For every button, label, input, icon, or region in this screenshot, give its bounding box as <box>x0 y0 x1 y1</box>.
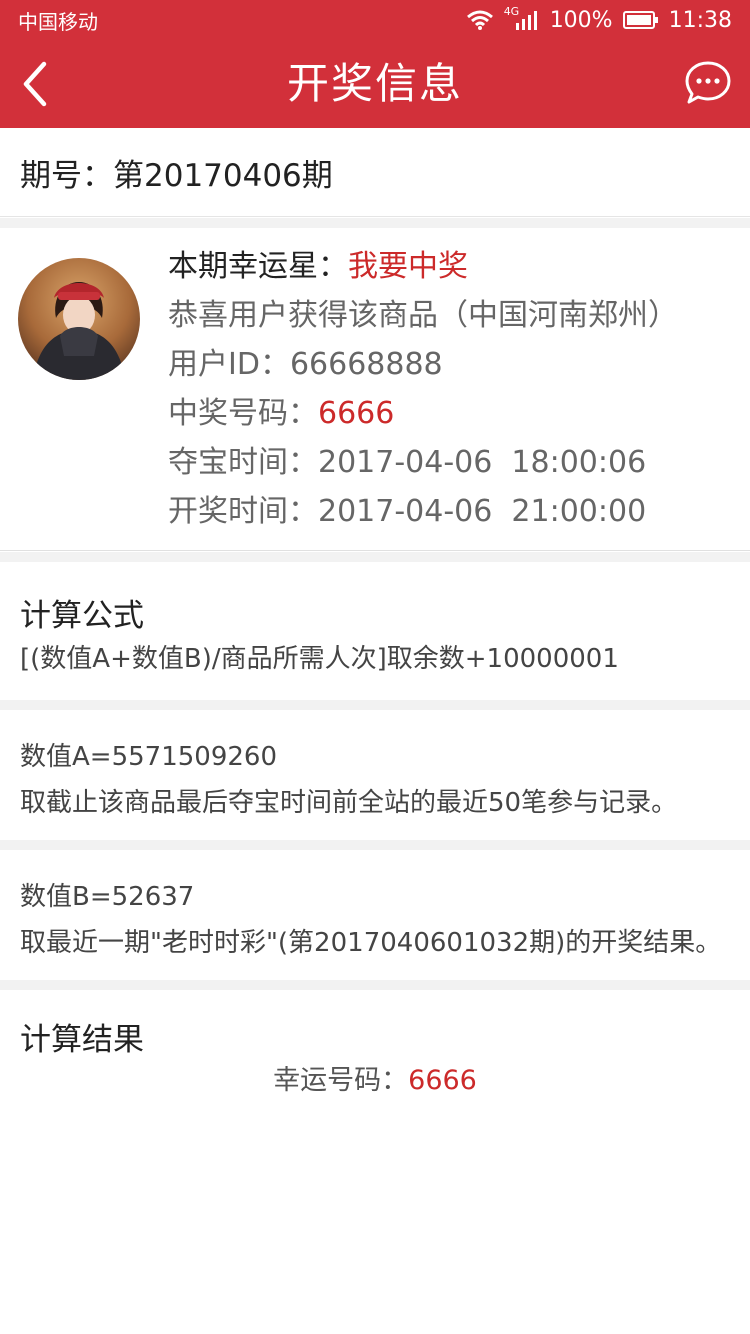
wifi-icon <box>466 10 493 30</box>
divider-gap <box>0 700 750 710</box>
draw-time-line: 开奖时间：2017-04-06 21:00:00 <box>168 487 678 536</box>
value-a-desc: 取截止该商品最后夺宝时间前全站的最近50笔参与记录。 <box>20 788 678 818</box>
value-b-title: 数值B=52637 <box>20 882 195 912</box>
bid-time-label: 夺宝时间： <box>168 445 318 480</box>
lucky-number-line: 幸运号码：6666 <box>0 1058 750 1097</box>
signal-icon: 4G <box>504 5 540 31</box>
user-id-value: 66668888 <box>289 347 443 382</box>
draw-time-value: 2017-04-06 21:00:00 <box>318 494 647 529</box>
value-b-section: 数值B=52637 取最近一期"老时时彩"(第2017040601032期)的开… <box>0 850 750 980</box>
lucky-number-value: 6666 <box>408 1065 477 1096</box>
avatar[interactable] <box>18 258 140 380</box>
divider-gap <box>0 552 750 562</box>
battery-icon <box>622 11 658 29</box>
lucky-star-label: 本期幸运星： <box>168 249 348 284</box>
bid-time-value: 2017-04-06 18:00:06 <box>318 445 647 480</box>
clock: 11:38 <box>668 7 732 33</box>
page-title: 开奖信息 <box>286 59 463 108</box>
value-a-section: 数值A=5571509260 取截止该商品最后夺宝时间前全站的最近50笔参与记录… <box>0 710 750 840</box>
winning-number-value: 6666 <box>318 396 395 431</box>
winner-card: 本期幸运星：我要中奖 恭喜用户获得该商品（中国河南郑州） 用户ID：666688… <box>0 228 750 551</box>
chat-bubble-icon[interactable] <box>684 60 732 106</box>
draw-time-label: 开奖时间： <box>168 494 318 529</box>
user-id-label: 用户ID： <box>168 347 290 382</box>
bid-time-line: 夺宝时间：2017-04-06 18:00:06 <box>168 438 678 487</box>
value-b-desc: 取最近一期"老时时彩"(第2017040601032期)的开奖结果。 <box>20 928 722 958</box>
status-indicators: 4G 100% 11:38 <box>466 5 732 33</box>
period-value: 第20170406期 <box>113 157 333 194</box>
winning-number-label: 中奖号码： <box>168 396 318 431</box>
carrier-label: 中国移动 <box>18 9 98 34</box>
formula-section: 计算公式 [(数值A+数值B)/商品所需人次]取余数+10000001 <box>0 562 750 700</box>
lucky-star-line: 本期幸运星：我要中奖 <box>168 242 678 291</box>
congrats-line: 恭喜用户获得该商品（中国河南郑州） <box>168 298 678 333</box>
period-row: 期号： 第20170406期 <box>0 128 750 217</box>
status-bar: 中国移动 4G 100% 11:38 <box>0 0 750 40</box>
divider-gap <box>0 840 750 850</box>
user-id-line: 用户ID：66668888 <box>168 340 678 389</box>
formula-text: [(数值A+数值B)/商品所需人次]取余数+10000001 <box>20 644 619 674</box>
result-title: 计算结果 <box>20 1022 144 1058</box>
divider-gap <box>0 980 750 990</box>
lucky-star-name[interactable]: 我要中奖 <box>348 249 468 284</box>
battery-percent: 100% <box>549 7 613 33</box>
winning-number-line: 中奖号码：6666 <box>168 389 678 438</box>
value-a-title: 数值A=5571509260 <box>20 742 277 772</box>
result-section: 计算结果 <box>0 990 750 1334</box>
nav-bar: 开奖信息 <box>0 40 750 128</box>
formula-title: 计算公式 <box>20 598 144 634</box>
avatar-image <box>18 258 140 380</box>
lucky-number-label: 幸运号码： <box>273 1065 409 1096</box>
divider-gap <box>0 218 750 228</box>
period-label: 期号： <box>20 157 113 194</box>
winner-info: 本期幸运星：我要中奖 恭喜用户获得该商品（中国河南郑州） 用户ID：666688… <box>168 242 678 536</box>
